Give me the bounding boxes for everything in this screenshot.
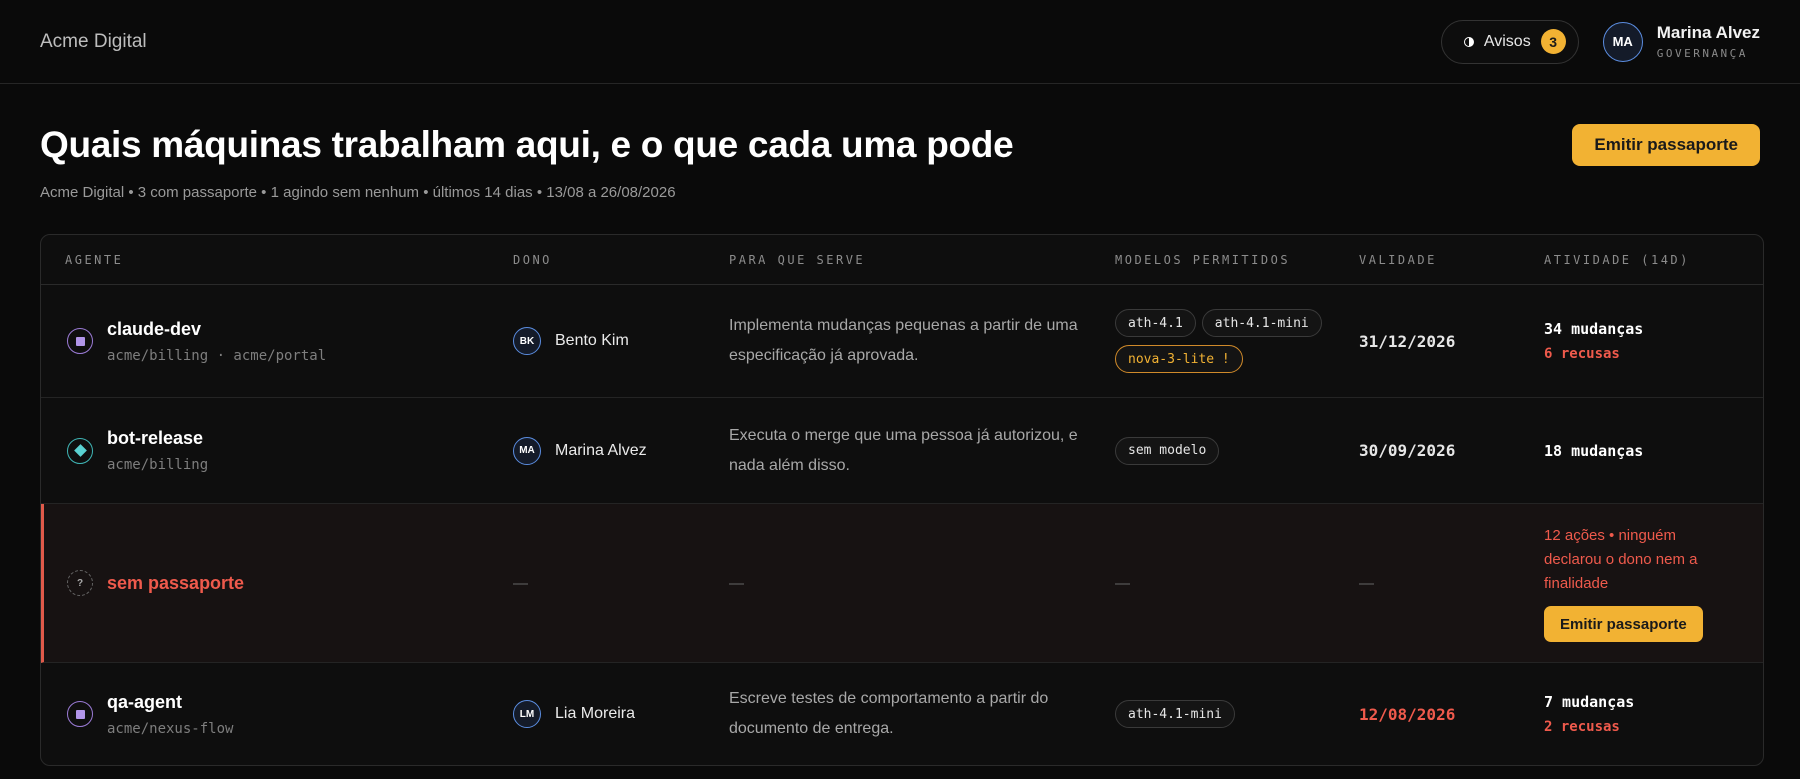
empty-validity: — — [1359, 574, 1374, 592]
agents-table: AGENTE DONO PARA QUE SERVE MODELOS PERMI… — [40, 234, 1764, 766]
agent-name[interactable]: claude-dev — [107, 319, 326, 340]
purpose-cell: Implementa mudanças pequenas a partir de… — [729, 285, 1099, 397]
empty-owner: — — [513, 574, 528, 592]
column-header-models: MODELOS PERMITIDOS — [1115, 253, 1291, 267]
brand-name: Acme Digital — [40, 30, 147, 52]
activity-refusals: 6 recusas — [1544, 346, 1620, 362]
agent-name[interactable]: qa-agent — [107, 692, 233, 713]
validity-date: 31/12/2026 — [1359, 331, 1456, 351]
top-bar-actions: Avisos 3 MA Marina Alvez GOVERNANÇA — [1440, 19, 1760, 64]
issue-passport-button[interactable]: Emitir passaporte — [1572, 124, 1760, 166]
agent-cell: ? sem passaporte — [67, 504, 244, 662]
owner-cell: — — [513, 504, 528, 662]
models-cell: — — [1115, 504, 1130, 662]
owner-name: Marina Alvez — [555, 441, 647, 459]
purpose-cell: — — [729, 504, 744, 662]
table-row[interactable]: claude-dev acme/billing · acme/portal BK… — [41, 285, 1763, 398]
agent-purpose: Escreve testes de comportamento a partir… — [729, 690, 1049, 737]
validity-cell: 12/08/2026 — [1359, 663, 1455, 765]
validity-date-expired: 12/08/2026 — [1359, 704, 1456, 724]
user-menu[interactable]: MA Marina Alvez GOVERNANÇA — [1602, 21, 1760, 62]
validity-date: 30/09/2026 — [1359, 441, 1456, 460]
question-icon: ? — [67, 570, 93, 596]
activity-cell: 12 ações • ninguém declarou o dono nem a… — [1544, 504, 1724, 662]
table-row[interactable]: bot-release acme/billing MA Marina Alvez… — [41, 398, 1763, 504]
models-cell: sem modelo — [1115, 398, 1355, 503]
owner-avatar: BK — [513, 327, 541, 355]
model-chip: ath-4.1 — [1115, 309, 1196, 337]
model-chip: ath-4.1-mini — [1201, 309, 1322, 337]
activity-changes: 7 mudanças — [1544, 693, 1635, 711]
activity-changes: 18 mudanças — [1544, 441, 1644, 460]
activity-cell: 18 mudanças — [1544, 398, 1643, 503]
agent-cell: qa-agent acme/nexus-flow — [67, 663, 233, 765]
activity-cell: 7 mudanças 2 recusas — [1544, 663, 1634, 765]
empty-models: — — [1115, 574, 1130, 592]
activity-refusals: 2 recusas — [1544, 719, 1620, 735]
agent-purpose: Executa o merge que uma pessoa já autori… — [729, 426, 1078, 474]
column-header-validity: VALIDADE — [1359, 253, 1437, 267]
agent-name[interactable]: sem passaporte — [107, 573, 244, 594]
top-bar: Acme Digital Avisos 3 MA Marina Alvez GO… — [0, 0, 1800, 84]
unregistered-warning: 12 ações • ninguém declarou o dono nem a… — [1544, 527, 1698, 592]
user-role: GOVERNANÇA — [1656, 47, 1748, 60]
models-cell: ath-4.1-mini — [1115, 663, 1355, 765]
column-header-agent: AGENTE — [65, 253, 124, 267]
model-chip-warning: nova-3-lite ! — [1115, 345, 1243, 373]
column-header-owner: DONO — [513, 253, 552, 267]
row-issue-passport-button[interactable]: Emitir passaporte — [1544, 606, 1703, 642]
validity-cell: — — [1359, 504, 1374, 662]
owner-avatar: MA — [513, 436, 541, 465]
purpose-cell: Escreve testes de comportamento a partir… — [729, 663, 1099, 765]
owner-cell: MA Marina Alvez — [513, 398, 647, 503]
agent-square-icon — [67, 328, 93, 354]
validity-cell: 31/12/2026 — [1359, 285, 1455, 397]
agent-purpose: Implementa mudanças pequenas a partir de… — [729, 317, 1078, 364]
empty-purpose: — — [729, 574, 744, 592]
notices-count-badge: 3 — [1540, 29, 1566, 54]
owner-cell: BK Bento Kim — [513, 285, 629, 397]
contrast-icon — [1463, 36, 1474, 47]
owner-name: Bento Kim — [555, 332, 629, 349]
agent-cell: bot-release acme/billing — [67, 398, 208, 503]
page-title: Quais máquinas trabalham aqui, e o que c… — [40, 124, 1014, 165]
agent-name[interactable]: bot-release — [107, 428, 208, 449]
models-cell: ath-4.1 ath-4.1-mini nova-3-lite ! — [1115, 285, 1355, 397]
owner-name: Lia Moreira — [555, 705, 636, 722]
owner-cell: LM Lia Moreira — [513, 663, 635, 765]
notices-label: Avisos — [1483, 32, 1531, 50]
model-chip: ath-4.1-mini — [1115, 700, 1235, 728]
agent-repos: acme/billing — [107, 457, 209, 473]
notices-button[interactable]: Avisos 3 — [1440, 19, 1579, 64]
agent-repos: acme/nexus-flow — [107, 720, 234, 737]
validity-cell: 30/09/2026 — [1359, 398, 1455, 503]
purpose-cell: Executa o merge que uma pessoa já autori… — [729, 398, 1099, 503]
activity-changes: 34 mudanças — [1544, 320, 1644, 338]
page-subtitle: Acme Digital • 3 com passaporte • 1 agin… — [40, 184, 676, 201]
activity-cell: 34 mudanças 6 recusas — [1544, 285, 1643, 397]
user-name: Marina Alvez — [1656, 23, 1760, 42]
model-chip: sem modelo — [1115, 436, 1220, 465]
agent-diamond-icon — [67, 437, 93, 464]
table-header: AGENTE DONO PARA QUE SERVE MODELOS PERMI… — [41, 235, 1763, 285]
owner-avatar: LM — [513, 700, 541, 728]
column-header-activity: ATIVIDADE (14D) — [1544, 253, 1690, 267]
page-header: Quais máquinas trabalham aqui, e o que c… — [0, 124, 1800, 201]
agent-repos: acme/billing · acme/portal — [107, 347, 327, 364]
table-row-unregistered[interactable]: ? sem passaporte — — — — 12 ações • ning… — [41, 504, 1763, 663]
table-row[interactable]: qa-agent acme/nexus-flow LM Lia Moreira … — [41, 663, 1763, 765]
column-header-purpose: PARA QUE SERVE — [729, 253, 866, 267]
agent-square-icon — [67, 701, 93, 727]
user-avatar: MA — [1602, 21, 1643, 62]
agent-cell: claude-dev acme/billing · acme/portal — [67, 285, 326, 397]
